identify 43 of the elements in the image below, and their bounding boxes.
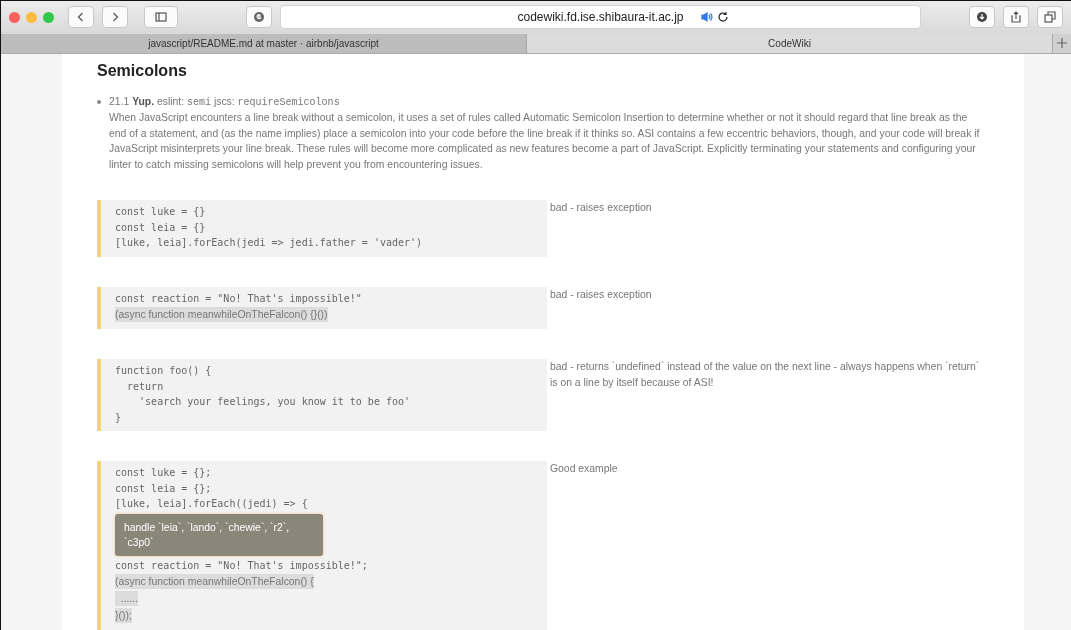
share-icon <box>1010 11 1022 24</box>
code-line: const leia = {}; <box>115 481 213 496</box>
code-line: } <box>115 410 123 425</box>
code-line: const luke = {} <box>115 205 207 219</box>
rule-text: 21.1 Yup. eslint: semi jscs: requireSemicolons When JavaScript encounters a line break without a semicolon, it uses a set of rules called Automatic Semicolon Insertion to determine whether or not it should regard that line break as the end of a statement, and (as the name implies) place a semicolon into your code before the line break if it thinks so. ASI contains a few eccentric behaviors, though, and your code will break if JavaScript misinterprets your line break. These rules will become more complicated as new features become a part of JavaScript. Explicitly terminating your statements and configuring your linter to catch missing semicolons will help prevent you from encountering issues. <box>109 94 981 172</box>
code-line: const luke = {}; <box>115 466 213 480</box>
extension-button[interactable] <box>246 6 272 29</box>
example-note: bad - returns `undefined` instead of the value on the next line - always happens when `return` is on a line by itself because of ASI! <box>549 360 980 390</box>
address-field[interactable]: codewiki.fd.ise.shibaura-it.ac.jp <box>280 5 921 30</box>
tabs-button[interactable] <box>1037 6 1063 29</box>
zoom-dot[interactable] <box>43 11 54 23</box>
code-line: [luke, leia].forEach(jedi => jedi.father = 'vader') <box>115 236 424 250</box>
tabs-icon <box>1044 11 1056 24</box>
minimize-dot[interactable] <box>26 11 37 23</box>
plus-icon <box>1056 37 1068 50</box>
code-line: 'search your feelings, you know it to be foo' <box>138 395 411 409</box>
example-note: Good example <box>549 462 619 476</box>
highlighted-code: ...... <box>115 591 139 606</box>
back-button[interactable] <box>68 6 94 29</box>
highlighted-code: }()); <box>115 608 132 623</box>
tooltip: handle `leia`, `lando`, `chewie`, `r2`, `c3p0` <box>115 513 323 556</box>
section-heading: Semicolons <box>97 61 188 80</box>
sidebar-icon <box>155 11 167 24</box>
forward-button[interactable] <box>102 6 128 29</box>
code-line: const reaction = "No! That's impossible!" <box>115 291 363 306</box>
code-line: return <box>126 379 165 394</box>
code-line: const reaction = "No! That's impossible!"; <box>115 558 369 573</box>
example-note: bad - raises exception <box>549 287 653 302</box>
reload-icon <box>717 11 729 24</box>
highlighted-code: (async function meanwhileOnTheFalcon() {}()) <box>115 307 328 322</box>
code-line: const leia = {} <box>115 220 207 235</box>
share-button[interactable] <box>1003 6 1029 29</box>
bullet-icon <box>97 99 101 104</box>
download-icon <box>976 11 988 24</box>
close-dot[interactable] <box>9 11 20 23</box>
code-line: function foo() { <box>115 364 213 378</box>
example-note: bad - raises exception <box>549 201 653 215</box>
sidebar-button[interactable] <box>144 6 178 29</box>
code-line: [luke, leia].forEach((jedi) => { <box>115 497 309 511</box>
g-circle-icon <box>253 11 265 24</box>
download-button[interactable] <box>969 6 995 29</box>
speaker-icon <box>701 11 713 24</box>
highlighted-code: (async function meanwhileOnTheFalcon() { <box>115 574 314 589</box>
